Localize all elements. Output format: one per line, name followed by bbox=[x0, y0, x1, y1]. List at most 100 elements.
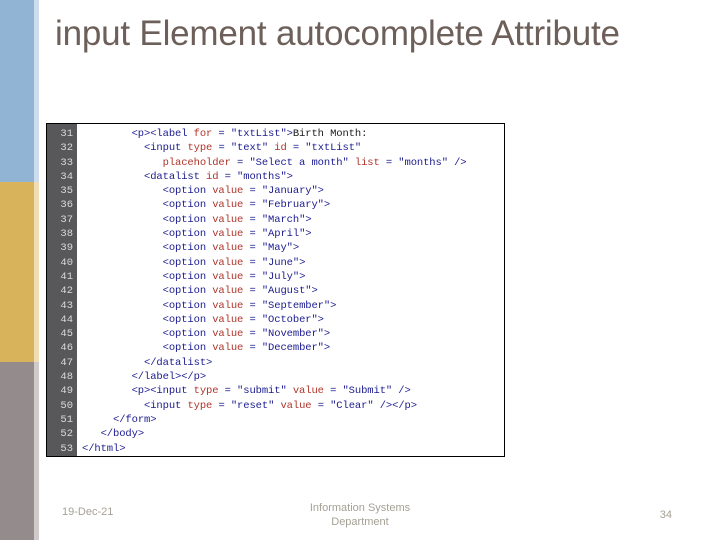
code-token-tag: </html> bbox=[82, 442, 126, 455]
code-token-tag: /> bbox=[392, 385, 411, 398]
code-token-str: "January" bbox=[261, 185, 318, 198]
code-token-str: "months" bbox=[237, 170, 287, 183]
code-token-str: "Select a month" bbox=[249, 156, 349, 169]
code-line-number: 44 bbox=[60, 313, 73, 326]
code-line: placeholder = "Select a month" list = "m… bbox=[79, 156, 504, 170]
code-line-number: 40 bbox=[60, 256, 73, 269]
code-token-tag: > bbox=[323, 328, 331, 341]
code-line: </label></p> bbox=[79, 370, 504, 384]
code-token-str: "txtList" bbox=[230, 128, 287, 140]
code-token-str: "Submit" bbox=[342, 385, 393, 398]
code-token-tag: <input bbox=[144, 142, 188, 155]
code-line-number: 46 bbox=[60, 342, 73, 355]
code-token-tag: = bbox=[243, 228, 262, 241]
code-token-tag: > bbox=[299, 256, 306, 269]
code-token-tag: = bbox=[218, 385, 238, 398]
code-line: <option value = "January"> bbox=[79, 184, 504, 198]
code-token-str: "November" bbox=[261, 328, 324, 341]
code-token-tag: = bbox=[212, 128, 231, 140]
code-token-tag: = bbox=[243, 199, 262, 212]
code-line-number: 36 bbox=[60, 199, 73, 212]
code-token-tag: <p><input bbox=[131, 385, 194, 398]
code-token-tag: = bbox=[243, 342, 262, 355]
code-line: <option value = "September"> bbox=[79, 299, 504, 313]
code-token-attr: value bbox=[212, 285, 244, 298]
code-token-tag: <option bbox=[162, 228, 213, 241]
code-token-attr: value bbox=[212, 328, 244, 341]
code-line: <option value = "February"> bbox=[79, 198, 504, 212]
code-line-number: 51 bbox=[60, 413, 73, 426]
code-line: </form> bbox=[79, 413, 504, 427]
code-line: <option value = "December"> bbox=[79, 341, 504, 355]
code-token-attr: type bbox=[187, 142, 213, 155]
code-token-str: "text" bbox=[230, 142, 269, 155]
code-token-str: "August" bbox=[261, 285, 312, 298]
code-token-attr: type bbox=[187, 399, 213, 412]
code-token-tag: = bbox=[243, 299, 262, 312]
code-token-tag: = bbox=[311, 399, 331, 412]
code-token-tag: > bbox=[317, 313, 324, 326]
code-line: <option value = "October"> bbox=[79, 313, 504, 327]
code-token-tag: <option bbox=[162, 328, 213, 341]
code-token-tag: = bbox=[212, 399, 231, 412]
code-token-tag: <option bbox=[162, 285, 213, 298]
code-token-tag: > bbox=[323, 342, 331, 355]
code-token-tag: <option bbox=[162, 242, 213, 255]
code-token-str: "March" bbox=[261, 213, 306, 226]
code-line: <option value = "July"> bbox=[79, 270, 504, 284]
code-token-tag: = bbox=[243, 256, 262, 269]
code-token-str: "May" bbox=[261, 242, 293, 255]
code-token-tag: <option bbox=[162, 185, 213, 198]
sidebar-band-blue bbox=[0, 0, 39, 182]
code-token-tag: > bbox=[305, 213, 312, 226]
code-token-str: "July" bbox=[261, 270, 300, 283]
code-screenshot: 31 32 33 34 35 36 37 38 39 40 41 42 43 44 45 46 47 48 49 50… bbox=[46, 123, 505, 457]
code-line: <datalist id = "months"> bbox=[79, 170, 504, 184]
code-line: <option value = "June"> bbox=[79, 256, 504, 270]
code-token-tag: </label></p> bbox=[131, 371, 207, 384]
code-token-tag: = bbox=[243, 285, 262, 298]
code-line-number: 52 bbox=[60, 428, 73, 441]
code-token-tag: </body> bbox=[100, 428, 145, 441]
code-line: <p><label for = "txtList">Birth Month: bbox=[79, 127, 504, 141]
code-token-str: "October" bbox=[261, 313, 318, 326]
code-token-tag: = bbox=[243, 185, 262, 198]
code-token-tag: <option bbox=[162, 299, 213, 312]
code-line-number-gutter: 31 32 33 34 35 36 37 38 39 40 41 42 43 44 45 46 47 48 49 50… bbox=[47, 124, 77, 456]
code-line-number: 50 bbox=[60, 399, 73, 412]
code-token-tag: = bbox=[218, 170, 238, 183]
code-token-tag: = bbox=[230, 156, 250, 169]
code-line-number: 37 bbox=[60, 213, 73, 226]
code-token-tag: > bbox=[292, 242, 300, 255]
code-token-attr: value bbox=[212, 270, 244, 283]
code-content: <p><label for = "txtList">Birth Month: <… bbox=[77, 124, 504, 456]
code-token-tag: </datalist> bbox=[144, 356, 213, 369]
code-token-tag: <option bbox=[162, 270, 213, 283]
code-token-tag: > bbox=[323, 199, 331, 212]
code-token-str: "submit" bbox=[237, 385, 287, 398]
code-token-tag: > bbox=[311, 285, 318, 298]
sidebar-color-bands bbox=[0, 0, 39, 540]
code-line: <option value = "May"> bbox=[79, 241, 504, 255]
code-token-tag: > bbox=[299, 270, 306, 283]
code-token-tag: = bbox=[323, 385, 343, 398]
code-token-txt: Birth Month: bbox=[292, 128, 368, 140]
slide-footer: 19-Dec-21 Information Systems Department… bbox=[0, 498, 720, 540]
code-token-attr: value bbox=[212, 256, 244, 269]
code-token-attr: value bbox=[280, 399, 312, 412]
code-line: </datalist> bbox=[79, 356, 504, 370]
code-line: <option value = "March"> bbox=[79, 213, 504, 227]
code-token-attr: value bbox=[212, 342, 244, 355]
code-line-number: 31 bbox=[60, 128, 73, 140]
code-token-attr: value bbox=[212, 313, 244, 326]
code-token-tag: /> bbox=[447, 156, 467, 169]
code-token-tag: <input bbox=[144, 399, 188, 412]
code-token-tag: > bbox=[317, 185, 324, 198]
code-token-str: "txtList" bbox=[305, 142, 362, 155]
code-token-attr: list bbox=[354, 156, 380, 169]
code-line-number: 43 bbox=[60, 299, 73, 312]
code-token-tag: <option bbox=[162, 313, 213, 326]
code-token-str: "February" bbox=[261, 199, 324, 212]
code-token-tag: > bbox=[330, 299, 337, 312]
code-token-str: "June" bbox=[261, 256, 300, 269]
